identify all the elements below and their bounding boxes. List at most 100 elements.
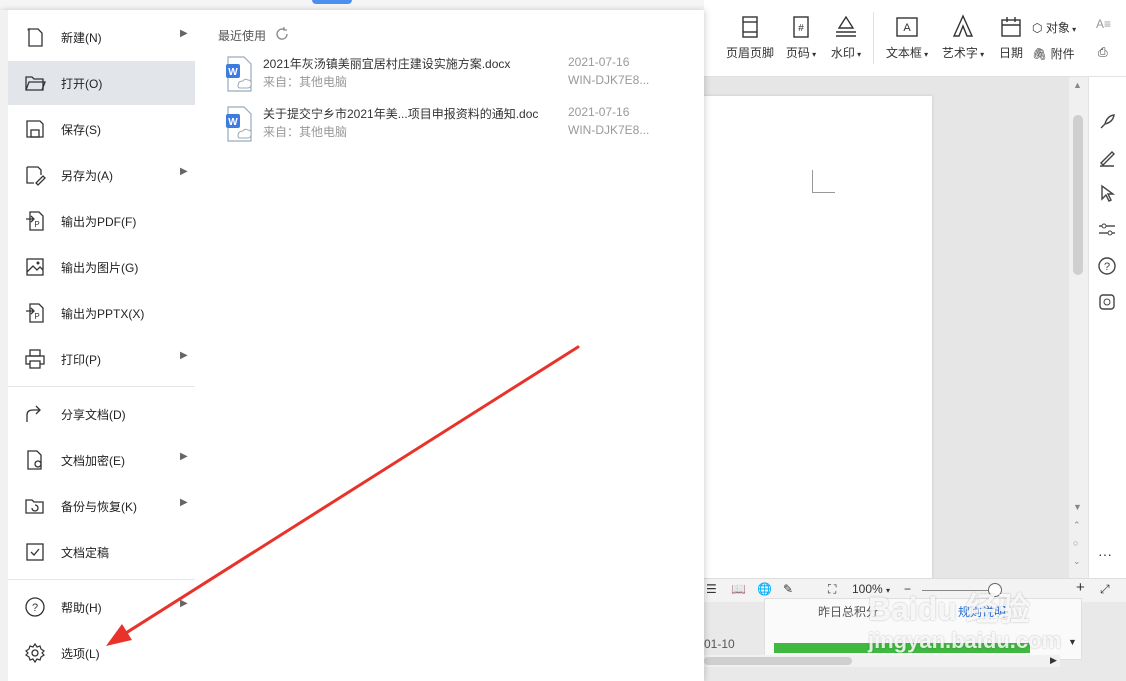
menu-item-share[interactable]: 分享文档(D) xyxy=(8,392,195,436)
cursor-icon[interactable] xyxy=(1097,183,1117,203)
zoom-dropdown-icon: ▾ xyxy=(886,586,891,595)
text-box-button[interactable]: A 文本框 ▾ xyxy=(882,14,932,70)
page-number-label: 页码 xyxy=(785,46,810,60)
page-number-icon: # xyxy=(793,16,809,38)
image-tool-icon[interactable] xyxy=(1097,292,1117,312)
svg-text:P: P xyxy=(34,312,39,321)
menu-item-help[interactable]: ? 帮助(H) ▶ xyxy=(8,585,195,629)
recent-file-row[interactable]: W 关于提交宁乡市2021年美...项目申报资料的通知.doc 来自：其他电脑 … xyxy=(212,104,692,150)
watermark-label: 水印 xyxy=(830,46,855,60)
sliders-icon[interactable] xyxy=(1097,219,1117,239)
scroll-right-icon[interactable]: ▶ xyxy=(1050,655,1057,666)
menu-item-save-as[interactable]: 另存为(A) ▶ xyxy=(8,153,195,197)
image-export-icon xyxy=(26,258,44,276)
print-icon xyxy=(25,349,45,369)
word-art-icon xyxy=(952,14,974,37)
refresh-icon[interactable] xyxy=(274,26,290,42)
svg-text:W: W xyxy=(228,67,238,78)
menu-item-new[interactable]: * 新建(N) ▶ xyxy=(8,15,195,59)
attachment-button[interactable]: 🖇 附件 xyxy=(1032,45,1075,62)
active-tab-indicator xyxy=(312,0,352,4)
object-icon: ⬡ xyxy=(1032,21,1043,35)
text-box-label: 文本框 xyxy=(885,46,922,60)
svg-text:?: ? xyxy=(32,602,38,614)
document-page[interactable] xyxy=(704,96,932,580)
object-button[interactable]: ⬡ 对象 ▾ xyxy=(1032,19,1076,36)
svg-text:?: ? xyxy=(1104,261,1110,273)
finalize-icon xyxy=(26,543,44,561)
zoom-slider-knob[interactable] xyxy=(988,583,1002,597)
folder-open-icon xyxy=(25,76,46,91)
pen-icon[interactable] xyxy=(1097,147,1117,167)
backup-icon xyxy=(25,499,44,514)
watermark-icon xyxy=(836,15,856,37)
prev-page-icon[interactable]: ⌃ xyxy=(1073,520,1081,531)
submenu-arrow-icon: ▶ xyxy=(180,350,188,361)
svg-text:P: P xyxy=(34,220,39,229)
fit-page-icon[interactable]: ⛶ xyxy=(828,582,836,597)
help-circle-icon[interactable]: ? xyxy=(1097,256,1117,276)
menu-item-print[interactable]: 打印(P) ▶ xyxy=(8,337,195,381)
pptx-export-icon: P xyxy=(26,303,44,323)
zoom-out-button[interactable]: − xyxy=(904,582,911,596)
help-icon: ? xyxy=(25,597,45,617)
pdf-export-icon: P xyxy=(26,211,44,231)
new-doc-icon: * xyxy=(27,27,43,47)
next-page-icon[interactable]: ⌄ xyxy=(1073,556,1081,567)
menu-item-export-pptx[interactable]: P 输出为PPTX(X) xyxy=(8,291,195,335)
submenu-arrow-icon: ▶ xyxy=(180,166,188,177)
menu-item-open[interactable]: 打开(O) xyxy=(8,61,195,105)
watermark-button[interactable]: 水印 ▾ xyxy=(828,14,864,70)
header-footer-button[interactable]: 页眉页脚 xyxy=(722,14,778,70)
svg-text:A: A xyxy=(903,22,911,34)
save-as-icon xyxy=(26,166,46,186)
word-art-label: 艺术字 xyxy=(941,46,978,60)
menu-item-encrypt[interactable]: 文档加密(E) ▶ xyxy=(8,438,195,482)
more-options-icon[interactable]: ··· xyxy=(1098,546,1112,562)
save-icon xyxy=(26,120,44,138)
gear-icon xyxy=(25,642,45,664)
date-button[interactable]: 日期 xyxy=(996,14,1026,70)
ribbon-separator xyxy=(873,12,874,64)
menu-item-export-pdf[interactable]: P 输出为PDF(F) xyxy=(8,199,195,243)
fullscreen-icon[interactable]: ⤢ xyxy=(1100,582,1110,597)
svg-text:W: W xyxy=(228,117,238,128)
svg-text:*: * xyxy=(27,27,30,36)
word-art-button[interactable]: 艺术字 ▾ xyxy=(938,14,988,70)
menu-item-save[interactable]: 保存(S) xyxy=(8,107,195,151)
submenu-arrow-icon: ▶ xyxy=(180,451,188,462)
recent-file-row[interactable]: W 2021年灰汤镇美丽宜居村庄建设实施方案.docx 来自：其他电脑 2021… xyxy=(212,54,692,100)
menu-separator xyxy=(8,579,195,580)
vertical-scroll-thumb[interactable] xyxy=(1073,115,1083,275)
rocket-icon[interactable] xyxy=(1097,112,1117,132)
panel-scroll-down-icon[interactable]: ▼ xyxy=(1068,637,1077,647)
font-style-icon[interactable]: A≡ xyxy=(1096,17,1111,31)
yesterday-points-label: 昨日总积分 xyxy=(818,605,879,619)
menu-item-export-image[interactable]: 输出为图片(G) xyxy=(8,245,195,289)
page-nav-icon[interactable]: ○ xyxy=(1073,538,1078,548)
scroll-down-icon[interactable]: ▼ xyxy=(1073,502,1082,512)
horizontal-scroll-thumb[interactable] xyxy=(704,657,852,665)
menu-item-finalize[interactable]: 文档定稿 xyxy=(8,530,195,574)
read-mode-icon[interactable]: 📖 xyxy=(731,582,746,596)
share-icon xyxy=(26,405,41,422)
rules-link[interactable]: 规则说明 xyxy=(958,603,1006,620)
outline-view-icon[interactable]: ☰ xyxy=(706,582,717,596)
progress-bar xyxy=(774,643,1030,653)
submenu-arrow-icon: ▶ xyxy=(180,598,188,609)
page-corner-mark xyxy=(812,170,835,193)
zoom-in-button[interactable]: + xyxy=(1076,579,1085,596)
more-ribbon-icon[interactable]: ⎙ xyxy=(1098,45,1108,60)
scroll-up-icon[interactable]: ▲ xyxy=(1073,80,1082,90)
menu-item-options[interactable]: 选项(L) xyxy=(8,631,195,675)
header-footer-icon xyxy=(742,16,758,38)
page-number-button[interactable]: # 页码 ▾ xyxy=(783,14,819,70)
svg-text:#: # xyxy=(798,23,804,34)
encrypt-icon xyxy=(27,450,42,470)
zoom-level[interactable]: 100% ▾ xyxy=(852,582,890,596)
edit-pen-icon[interactable]: ✎ xyxy=(783,582,793,596)
web-view-icon[interactable]: 🌐 xyxy=(757,582,772,596)
menu-left-edge xyxy=(0,10,8,681)
menu-item-backup[interactable]: 备份与恢复(K) ▶ xyxy=(8,484,195,528)
title-strip xyxy=(0,0,704,10)
